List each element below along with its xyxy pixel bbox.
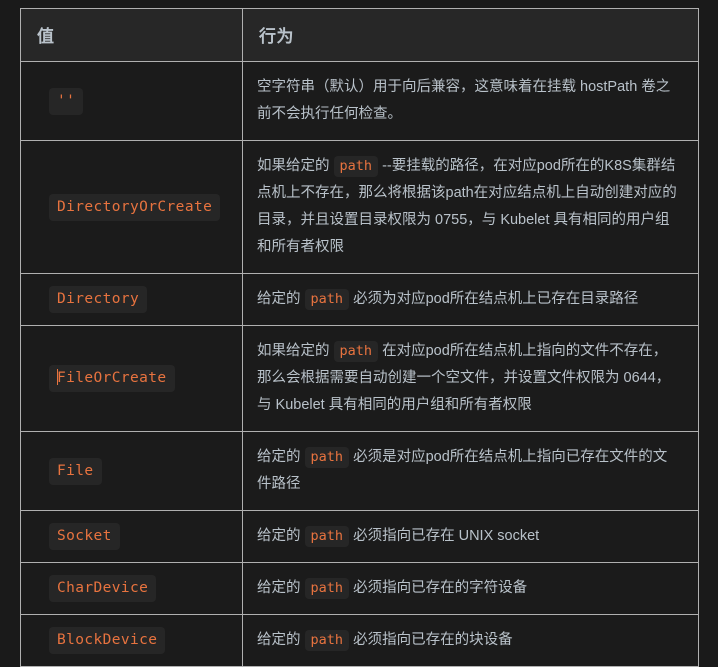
inline-code-path: path (304, 447, 350, 468)
cell-behavior: 给定的 path 必须指向已存在的字符设备 (242, 562, 699, 615)
column-header-value: 值 (20, 8, 243, 62)
table-row: File 给定的 path 必须是对应pod所在结点机上指向已存在文件的文件路径 (20, 431, 699, 511)
value-text: Socket (57, 528, 112, 544)
cell-behavior: 如果给定的 path --要挂载的路径，在对应pod所在的K8S集群结点机上不存… (242, 140, 699, 274)
value-text: CharDevice (57, 580, 149, 596)
table-header-row: 值 行为 (20, 8, 699, 62)
cell-value: DirectoryOrCreate (20, 140, 243, 274)
cell-value: BlockDevice (20, 614, 243, 667)
column-header-behavior: 行为 (242, 8, 699, 62)
value-text: File (57, 462, 94, 479)
value-code-chip: Directory (49, 286, 148, 313)
cell-behavior: 如果给定的 path 在对应pod所在结点机上指向的文件不存在，那么会根据需要自… (242, 325, 699, 432)
table-row: DirectoryOrCreate 如果给定的 path --要挂载的路径，在对应… (20, 140, 699, 274)
behavior-text: 给定的 (257, 449, 305, 465)
behavior-text: 如果给定的 (257, 158, 334, 174)
cell-value: Directory (20, 273, 243, 326)
text-cursor-caret (57, 369, 58, 385)
table-row: CharDevice 给定的 path 必须指向已存在的字符设备 (20, 562, 699, 615)
cell-behavior: 空字符串（默认）用于向后兼容，这意味着在挂载 hostPath 卷之前不会执行任… (242, 61, 699, 141)
table-row: BlockDevice 给定的 path 必须指向已存在的块设备 (20, 614, 699, 667)
behavior-text: 给定的 (257, 580, 305, 596)
value-code-chip: CharDevice (49, 575, 157, 602)
value-text: FileOrCreate (57, 370, 167, 386)
value-text: Directory (57, 291, 140, 307)
behavior-text: 必须指向已存在的块设备 (349, 632, 513, 648)
behavior-text: 必须指向已存在 UNIX socket (349, 528, 540, 544)
page-root: 值 行为 '' 空字符串（默认）用于向后兼容，这意味着在挂载 hostPath 卷… (0, 0, 718, 667)
cell-value: Socket (20, 510, 243, 563)
cell-behavior: 给定的 path 必须指向已存在 UNIX socket (242, 510, 699, 563)
table-row: Directory 给定的 path 必须为对应pod所在结点机上已存在目录路径 (20, 273, 699, 326)
cell-behavior: 给定的 path 必须是对应pod所在结点机上指向已存在文件的文件路径 (242, 431, 699, 511)
behavior-text: 给定的 (257, 291, 305, 307)
inline-code-path: path (304, 289, 350, 310)
value-text: DirectoryOrCreate (57, 198, 213, 215)
value-text: BlockDevice (57, 632, 158, 648)
table-row: FileOrCreate 如果给定的 path 在对应pod所在结点机上指向的文件… (20, 325, 699, 432)
cell-value: File (20, 431, 243, 511)
table-row: '' 空字符串（默认）用于向后兼容，这意味着在挂载 hostPath 卷之前不会执… (20, 61, 699, 141)
behavior-text: 空字符串（默认）用于向后兼容，这意味着在挂载 hostPath 卷之前不会执行任… (257, 79, 671, 122)
table-header: 值 行为 (20, 8, 699, 62)
cell-value: CharDevice (20, 562, 243, 615)
behavior-text: 如果给定的 (257, 343, 334, 359)
behavior-text: 给定的 (257, 632, 305, 648)
behavior-text: 必须指向已存在的字符设备 (349, 580, 528, 596)
value-code-chip: DirectoryOrCreate (49, 193, 221, 221)
value-code-chip: FileOrCreate (49, 365, 175, 392)
value-code-chip: Socket (49, 523, 120, 550)
hostpath-type-table: 值 行为 '' 空字符串（默认）用于向后兼容，这意味着在挂载 hostPath 卷… (20, 8, 699, 667)
table-row: Socket 给定的 path 必须指向已存在 UNIX socket (20, 510, 699, 563)
value-text: '' (57, 92, 76, 109)
inline-code-path: path (304, 578, 350, 599)
inline-code-path: path (304, 526, 350, 547)
inline-code-path: path (304, 630, 350, 651)
cell-value: '' (20, 61, 243, 141)
value-code-chip: '' (49, 87, 84, 115)
inline-code-path: path (333, 156, 379, 177)
inline-code-path: path (333, 341, 379, 362)
table-body: '' 空字符串（默认）用于向后兼容，这意味着在挂载 hostPath 卷之前不会执… (20, 61, 699, 667)
value-code-chip: File (49, 457, 102, 485)
behavior-text: 必须为对应pod所在结点机上已存在目录路径 (349, 291, 639, 307)
cell-value: FileOrCreate (20, 325, 243, 432)
value-code-chip: BlockDevice (49, 627, 166, 654)
cell-behavior: 给定的 path 必须为对应pod所在结点机上已存在目录路径 (242, 273, 699, 326)
cell-behavior: 给定的 path 必须指向已存在的块设备 (242, 614, 699, 667)
behavior-text: 给定的 (257, 528, 305, 544)
